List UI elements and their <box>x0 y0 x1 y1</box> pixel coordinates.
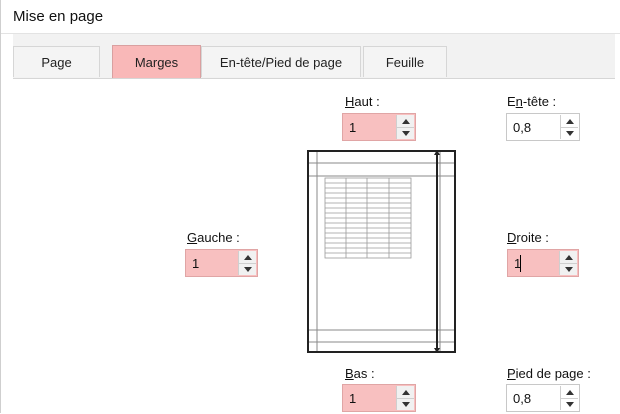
header-margin-spinner[interactable]: 0,8 <box>506 113 580 141</box>
text-cursor <box>520 255 521 272</box>
footer-margin-value[interactable]: 0,8 <box>513 391 531 406</box>
sample-cell-grid <box>324 177 412 259</box>
left-margin-value[interactable]: 1 <box>192 256 199 271</box>
bottom-margin-label: Bas : <box>345 366 375 381</box>
top-margin-spinner[interactable]: 1 <box>342 113 416 141</box>
right-margin-spin-buttons <box>559 251 577 275</box>
tab-page[interactable]: Page <box>13 46 100 77</box>
left-margin-spin-buttons <box>238 251 256 275</box>
top-margin-spin-buttons <box>396 115 414 139</box>
bottom-margin-spinner[interactable]: 1 <box>342 384 416 412</box>
header-margin-label: En-tête : <box>507 94 557 109</box>
right-margin-label: Droite : <box>507 230 549 245</box>
footer-margin-spinner[interactable]: 0,8 <box>506 384 580 412</box>
right-guide-top-arrow <box>434 152 440 155</box>
dialog-title: Mise en page <box>13 8 104 25</box>
footer-margin-decrease-button[interactable] <box>561 398 578 410</box>
arrow-down-icon <box>565 401 574 407</box>
left-margin-spinner[interactable]: 1 <box>185 249 258 277</box>
header-margin-decrease-button[interactable] <box>561 127 578 139</box>
top-margin-label: Haut : <box>345 94 380 109</box>
arrow-up-icon <box>565 118 574 124</box>
top-margin-value[interactable]: 1 <box>349 120 356 135</box>
left-margin-decrease-button[interactable] <box>239 263 256 275</box>
arrow-down-icon <box>565 130 574 136</box>
bottom-margin-value[interactable]: 1 <box>349 391 356 406</box>
bottom-margin-decrease-button[interactable] <box>397 398 414 410</box>
arrow-down-icon <box>243 266 252 272</box>
arrow-up-icon <box>565 389 574 395</box>
right-margin-spinner[interactable]: 1 <box>507 249 579 277</box>
arrow-down-icon <box>401 130 410 136</box>
page-setup-dialog: Mise en page Page Marges En-tête/Pied de… <box>0 0 620 414</box>
header-margin-spin-buttons <box>560 115 578 139</box>
arrow-down-icon <box>564 266 573 272</box>
right-guide-bottom-arrow <box>434 348 440 351</box>
tab-feuille[interactable]: Feuille <box>363 46 447 77</box>
arrow-up-icon <box>243 254 252 260</box>
top-margin-decrease-button[interactable] <box>397 127 414 139</box>
bottom-margin-spin-buttons <box>396 386 414 410</box>
right-margin-decrease-button[interactable] <box>560 263 577 275</box>
page-preview <box>307 150 456 353</box>
footer-margin-label: Pied de page : <box>507 366 591 381</box>
left-margin-label: Gauche : <box>187 230 240 245</box>
arrow-up-icon <box>401 389 410 395</box>
tab-marges[interactable]: Marges <box>112 45 201 78</box>
arrow-up-icon <box>564 254 573 260</box>
tab-en-tete-pied-de-page[interactable]: En-tête/Pied de page <box>201 46 361 77</box>
header-margin-value[interactable]: 0,8 <box>513 120 531 135</box>
arrow-down-icon <box>401 401 410 407</box>
arrow-up-icon <box>401 118 410 124</box>
page-preview-drawing <box>309 152 454 351</box>
footer-margin-spin-buttons <box>560 386 578 410</box>
